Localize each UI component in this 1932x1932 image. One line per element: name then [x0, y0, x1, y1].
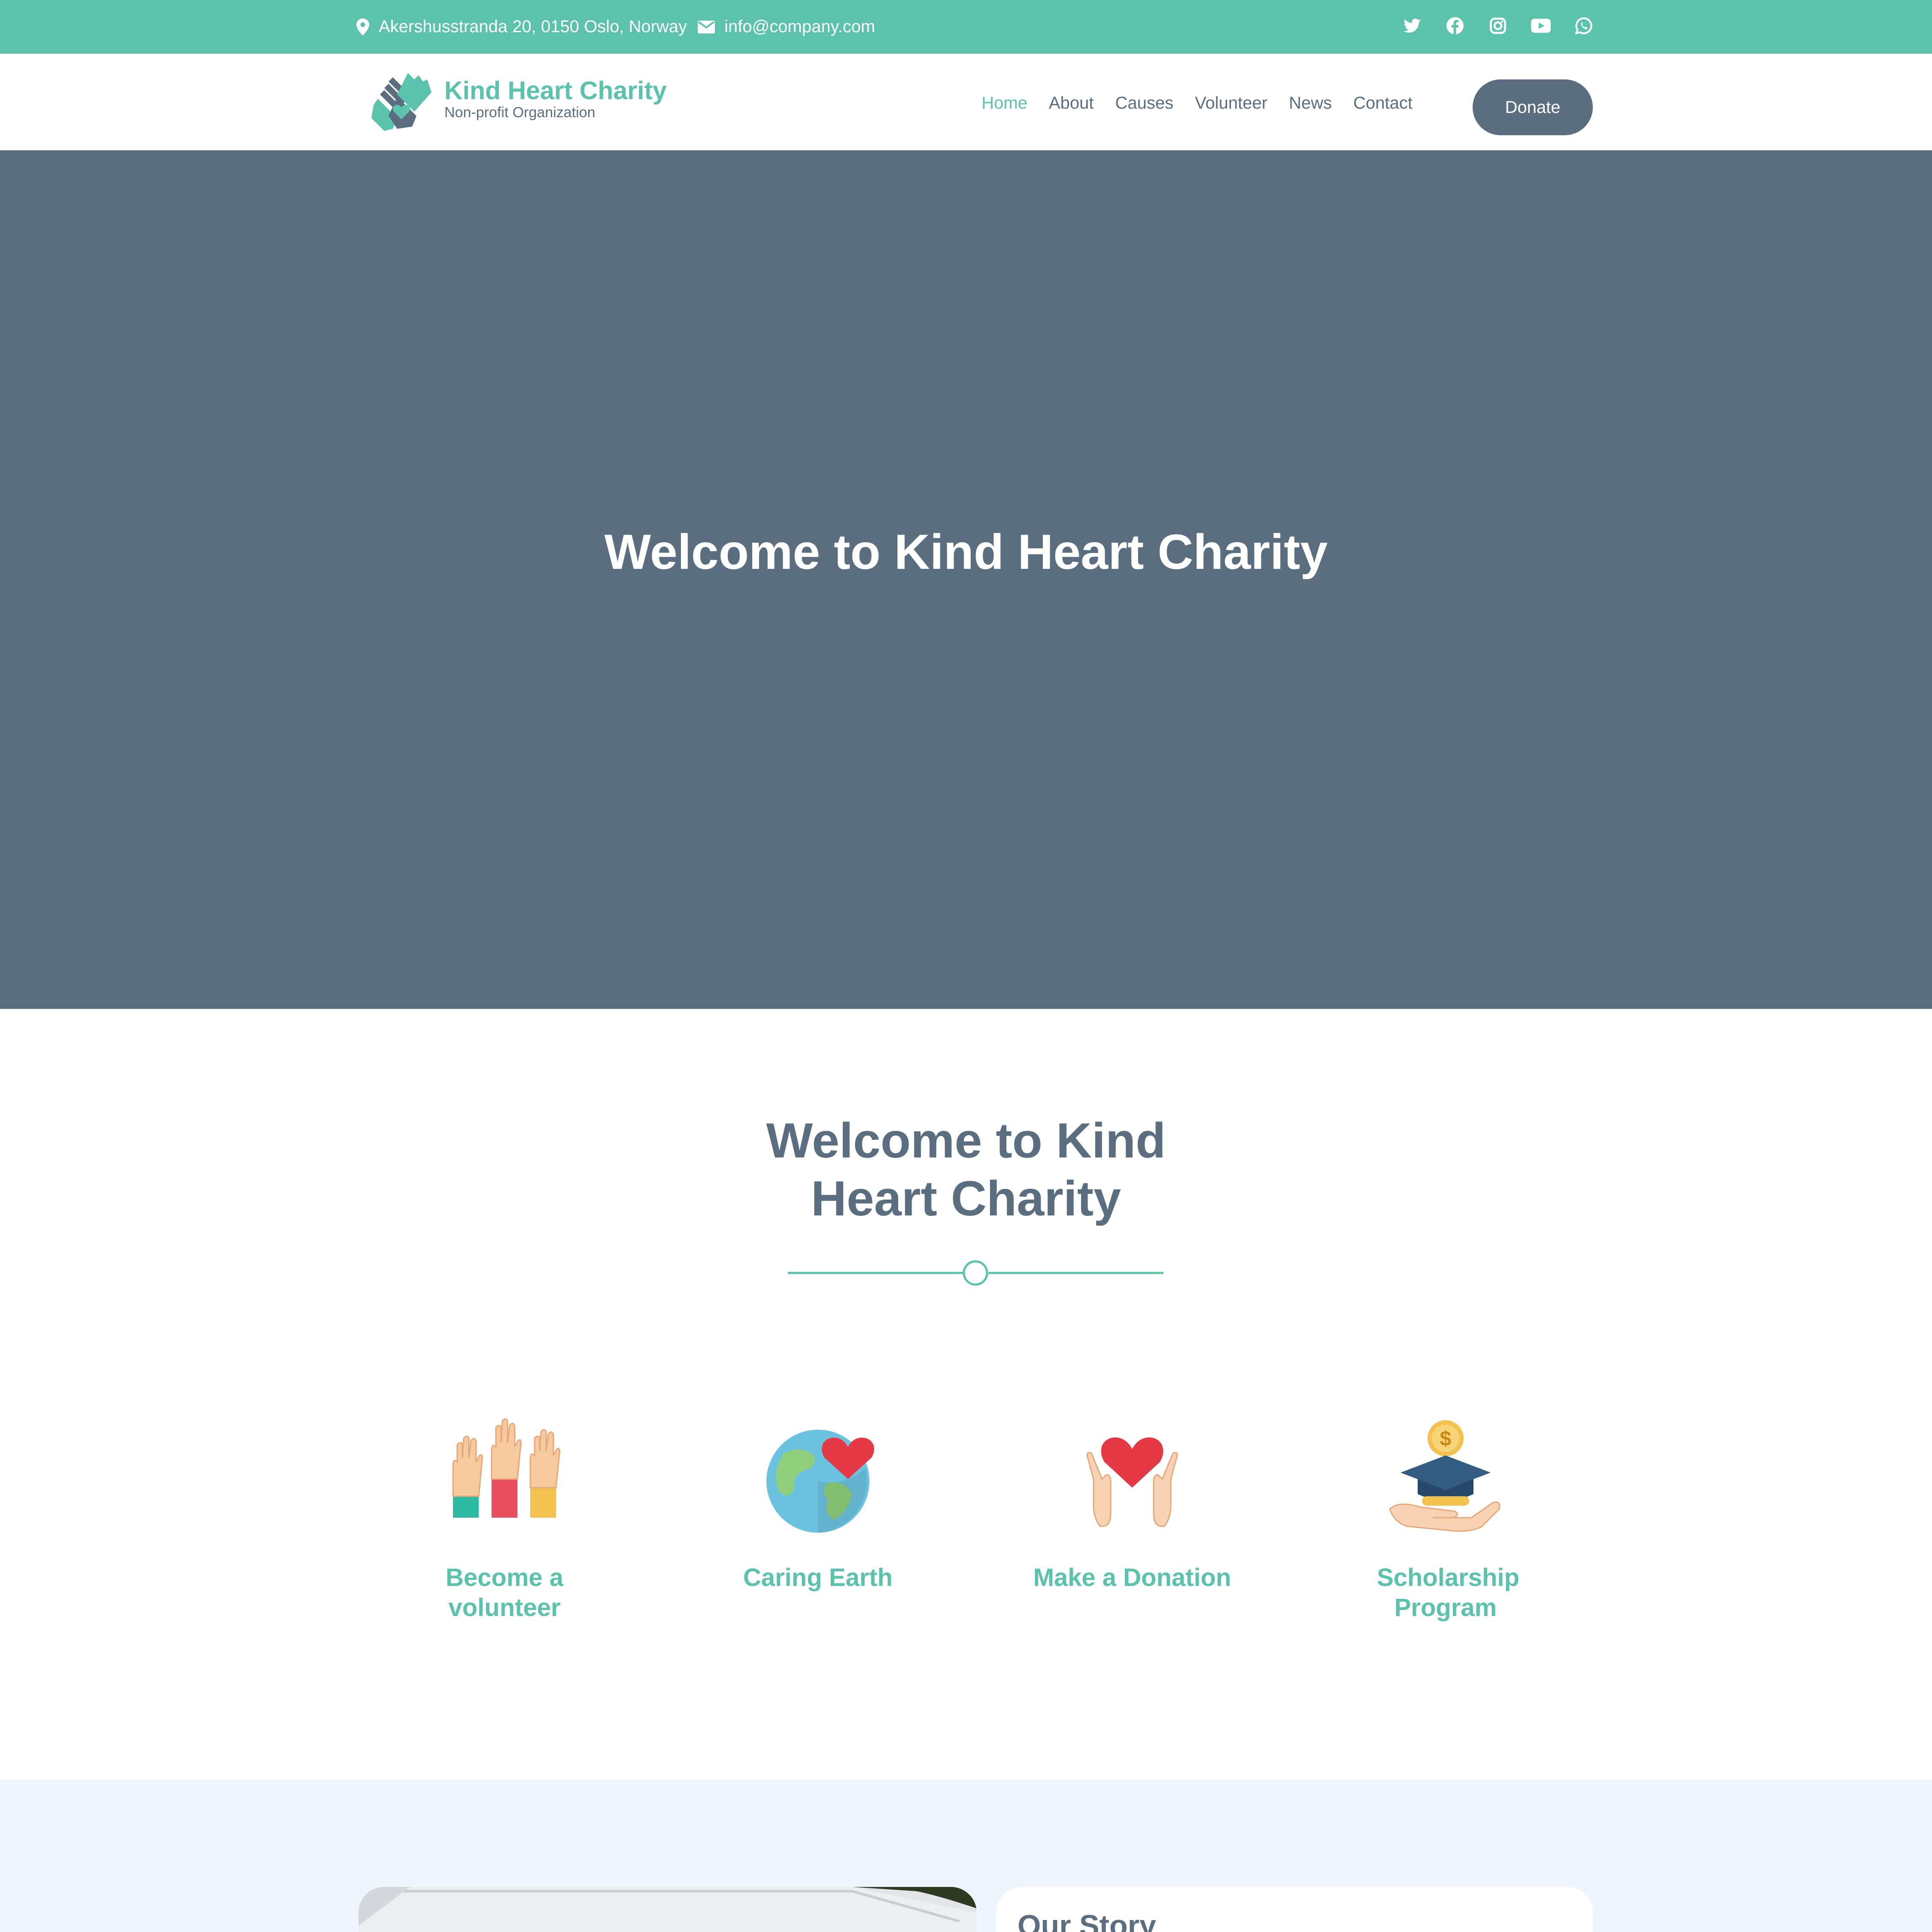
facebook-icon[interactable] [1444, 15, 1466, 36]
story-card: Our Story [996, 1887, 1593, 1932]
story-photo [358, 1887, 977, 1932]
hero-title: Welcome to Kind Heart Charity [604, 525, 1328, 580]
donate-button[interactable]: Donate [1473, 79, 1593, 135]
nav-causes[interactable]: Causes [1115, 94, 1173, 113]
nav-news[interactable]: News [1289, 94, 1332, 113]
contact-info: Akershusstranda 20, 0150 Oslo, Norway in… [356, 0, 886, 54]
feature-volunteer[interactable]: Become a volunteer [376, 1415, 633, 1623]
map-pin-icon [356, 18, 369, 36]
whatsapp-icon[interactable] [1573, 15, 1595, 36]
story-section: Our Story [0, 1780, 1932, 1932]
brand-tagline: Non-profit Organization [444, 104, 595, 121]
raised-hands-icon [452, 1418, 560, 1518]
email-item[interactable]: info@company.com [698, 17, 875, 36]
story-title: Our Story [1018, 1909, 1156, 1932]
youtube-icon[interactable] [1530, 15, 1552, 36]
top-bar: Akershusstranda 20, 0150 Oslo, Norway in… [0, 0, 1932, 54]
email-link[interactable]: info@company.com [724, 17, 875, 36]
feature-list: Become a volunteer Caring Earth Make a D… [0, 1009, 1932, 1780]
earth-heart-icon [766, 1430, 874, 1533]
instagram-icon[interactable] [1487, 15, 1509, 36]
charity-hands-heart-icon [371, 73, 431, 131]
graduation-cap-coin-icon: $ [1389, 1420, 1501, 1532]
envelope-icon [698, 20, 715, 33]
nav-contact[interactable]: Contact [1353, 94, 1413, 113]
nav-about[interactable]: About [1049, 94, 1094, 113]
social-links [1380, 0, 1595, 52]
hero-banner: Welcome to Kind Heart Charity [0, 150, 1932, 1009]
feature-scholarship[interactable]: $ Scholarship Program [1317, 1415, 1574, 1623]
tent-photo-placeholder [358, 1887, 977, 1932]
welcome-section: Welcome to Kind Heart Charity Become a v… [0, 1009, 1932, 1780]
nav-home[interactable]: Home [981, 94, 1027, 113]
address-text: Akershusstranda 20, 0150 Oslo, Norway [379, 17, 687, 36]
feature-caring-earth[interactable]: Caring Earth [689, 1415, 947, 1593]
site-header: Kind Heart Charity Non-profit Organizati… [0, 54, 1932, 150]
brand-logo[interactable]: Kind Heart Charity Non-profit Organizati… [367, 64, 667, 133]
svg-text:$: $ [1440, 1428, 1452, 1450]
address-item: Akershusstranda 20, 0150 Oslo, Norway [356, 17, 687, 36]
feature-scholarship-label[interactable]: Scholarship Program [1377, 1563, 1519, 1623]
feature-donation[interactable]: Make a Donation [1003, 1415, 1261, 1593]
brand-name: Kind Heart Charity [444, 76, 667, 105]
feature-volunteer-label[interactable]: Become a volunteer [436, 1563, 573, 1623]
twitter-icon[interactable] [1401, 15, 1423, 36]
feature-caring-earth-label[interactable]: Caring Earth [689, 1563, 947, 1593]
main-nav: Home About Causes Volunteer News Contact [960, 86, 1413, 120]
feature-donation-label[interactable]: Make a Donation [1003, 1563, 1261, 1593]
nav-volunteer[interactable]: Volunteer [1195, 94, 1267, 113]
hands-heart-icon [1086, 1437, 1178, 1527]
